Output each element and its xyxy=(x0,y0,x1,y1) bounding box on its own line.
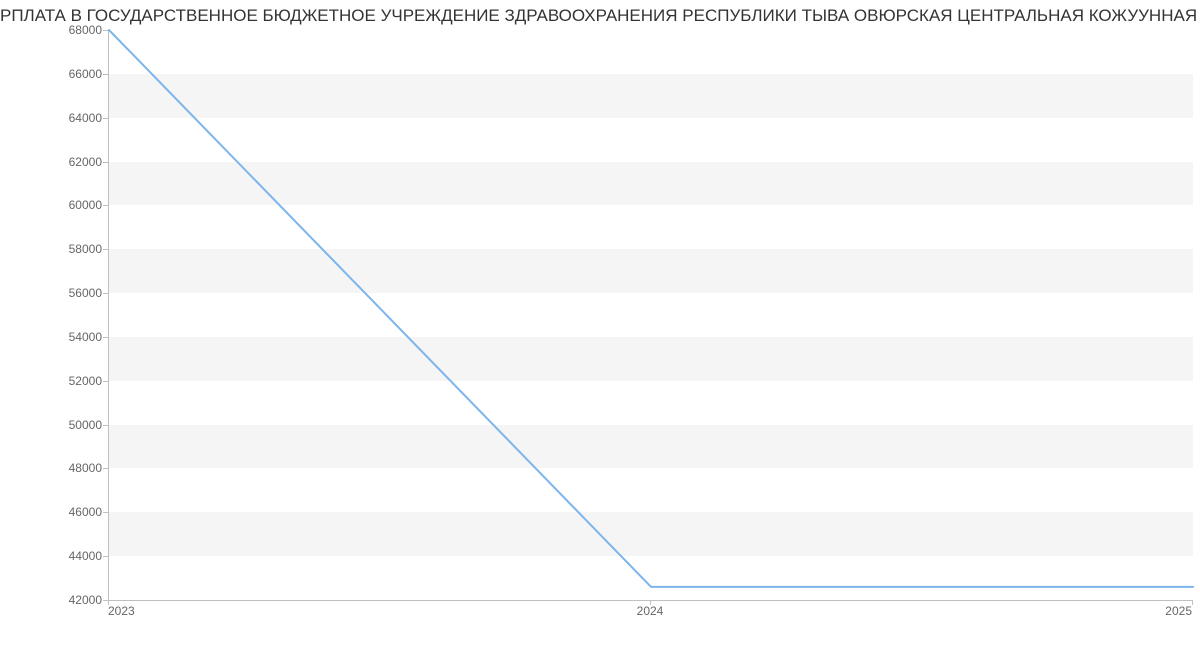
y-axis-tick-label: 46000 xyxy=(12,505,102,519)
y-axis-tick-label: 58000 xyxy=(12,242,102,256)
y-axis-tick-mark xyxy=(103,381,108,382)
y-axis-tick-label: 66000 xyxy=(12,67,102,81)
y-axis-tick-label: 60000 xyxy=(12,198,102,212)
y-axis-tick-mark xyxy=(103,425,108,426)
y-axis-tick-label: 68000 xyxy=(12,23,102,37)
y-axis-tick-label: 64000 xyxy=(12,111,102,125)
y-axis-tick-mark xyxy=(103,337,108,338)
y-axis-tick-mark xyxy=(103,556,108,557)
y-axis-tick-mark xyxy=(103,293,108,294)
x-axis-tick-label: 2023 xyxy=(108,604,135,618)
x-axis-tick-mark xyxy=(650,600,651,605)
y-axis-tick-mark xyxy=(103,30,108,31)
x-axis-tick-mark xyxy=(108,600,109,605)
y-axis-tick-mark xyxy=(103,118,108,119)
y-axis-tick-label: 54000 xyxy=(12,330,102,344)
x-axis-tick-label: 2025 xyxy=(1165,604,1192,618)
chart-container: РПЛАТА В ГОСУДАРСТВЕННОЕ БЮДЖЕТНОЕ УЧРЕЖ… xyxy=(0,0,1200,650)
chart-title: РПЛАТА В ГОСУДАРСТВЕННОЕ БЮДЖЕТНОЕ УЧРЕЖ… xyxy=(0,6,1200,26)
y-axis-tick-mark xyxy=(103,205,108,206)
x-axis-tick-label: 2024 xyxy=(637,604,664,618)
y-axis-tick-label: 56000 xyxy=(12,286,102,300)
y-axis-tick-label: 48000 xyxy=(12,461,102,475)
x-axis-tick-mark xyxy=(1192,600,1193,605)
y-axis-tick-mark xyxy=(103,468,108,469)
y-axis-tick-mark xyxy=(103,249,108,250)
y-axis-tick-mark xyxy=(103,162,108,163)
line-series xyxy=(109,30,1193,600)
y-axis-tick-mark xyxy=(103,512,108,513)
y-axis-tick-label: 62000 xyxy=(12,155,102,169)
series-line xyxy=(109,30,1193,587)
y-axis-tick-label: 52000 xyxy=(12,374,102,388)
y-axis-tick-mark xyxy=(103,74,108,75)
y-axis-tick-label: 44000 xyxy=(12,549,102,563)
plot-area xyxy=(108,30,1193,601)
y-axis-tick-label: 42000 xyxy=(12,593,102,607)
y-axis-tick-label: 50000 xyxy=(12,418,102,432)
